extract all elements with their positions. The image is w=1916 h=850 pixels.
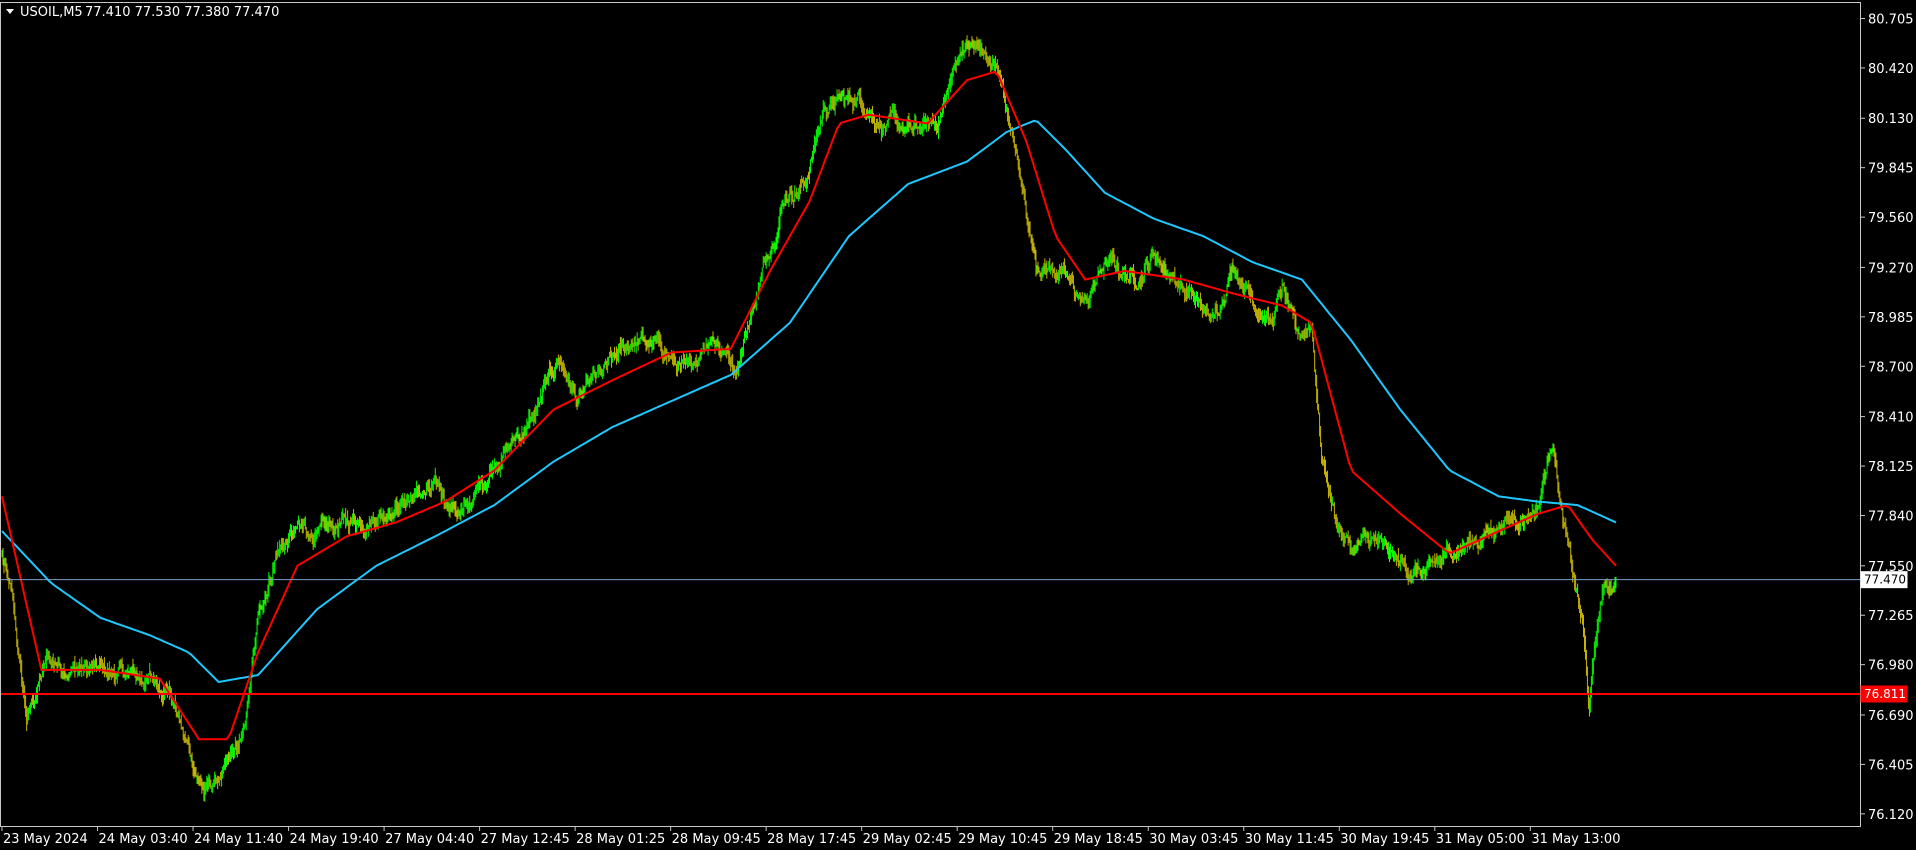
chart-background	[0, 0, 1916, 850]
price-tick-label: 78.410	[1868, 411, 1914, 426]
chart-header[interactable]: USOIL,M5 77.410 77.530 77.380 77.470	[6, 5, 279, 20]
price-tick-label: 80.705	[1868, 12, 1914, 27]
price-tick-label: 77.265	[1868, 609, 1914, 624]
time-tick-label: 28 May 17:45	[767, 832, 856, 847]
time-tick-label: 29 May 02:45	[863, 832, 952, 847]
price-tick-label: 80.420	[1868, 62, 1914, 77]
price-tick-label: 79.560	[1868, 211, 1914, 226]
time-tick-label: 29 May 10:45	[958, 832, 1047, 847]
ohlc-values: 77.410 77.530 77.380 77.470	[85, 5, 279, 20]
price-tick-label: 79.270	[1868, 261, 1914, 276]
price-tick-label: 76.980	[1868, 659, 1914, 674]
time-tick-label: 29 May 18:45	[1054, 832, 1143, 847]
chart[interactable]: 80.705 80.420 80.130 79.845 79.560 79.270 78.9…	[0, 0, 1916, 850]
time-tick-label: 23 May 2024	[3, 832, 88, 847]
time-tick-label: 28 May 09:45	[672, 832, 761, 847]
price-tick-label: 76.405	[1868, 758, 1914, 773]
time-tick-label: 27 May 04:40	[385, 832, 474, 847]
price-tick-label: 76.690	[1868, 709, 1914, 724]
price-tick-label: 76.120	[1868, 808, 1914, 823]
price-tick-label: 78.700	[1868, 360, 1914, 375]
price-tick-label: 78.985	[1868, 311, 1914, 326]
time-tick-label: 31 May 13:00	[1531, 832, 1620, 847]
price-tick-label: 80.130	[1868, 112, 1914, 127]
time-tick-label: 31 May 05:00	[1436, 832, 1525, 847]
time-tick-label: 24 May 03:40	[99, 832, 188, 847]
time-tick-label: 30 May 11:45	[1245, 832, 1334, 847]
time-tick-label: 28 May 01:25	[576, 832, 665, 847]
time-tick-label: 24 May 11:40	[194, 832, 283, 847]
time-tick-label: 30 May 03:45	[1149, 832, 1238, 847]
price-tick-label: 77.840	[1868, 509, 1914, 524]
time-tick-label: 27 May 12:45	[481, 832, 570, 847]
time-tick-label: 30 May 19:45	[1340, 832, 1429, 847]
price-tick-label: 79.845	[1868, 162, 1914, 177]
time-tick-label: 24 May 19:40	[290, 832, 379, 847]
level-tag: 76.811	[1864, 687, 1906, 701]
price-tick-label: 78.125	[1868, 460, 1914, 475]
current-price-tag: 77.470	[1864, 573, 1906, 587]
symbol-label: USOIL,M5	[20, 5, 83, 20]
